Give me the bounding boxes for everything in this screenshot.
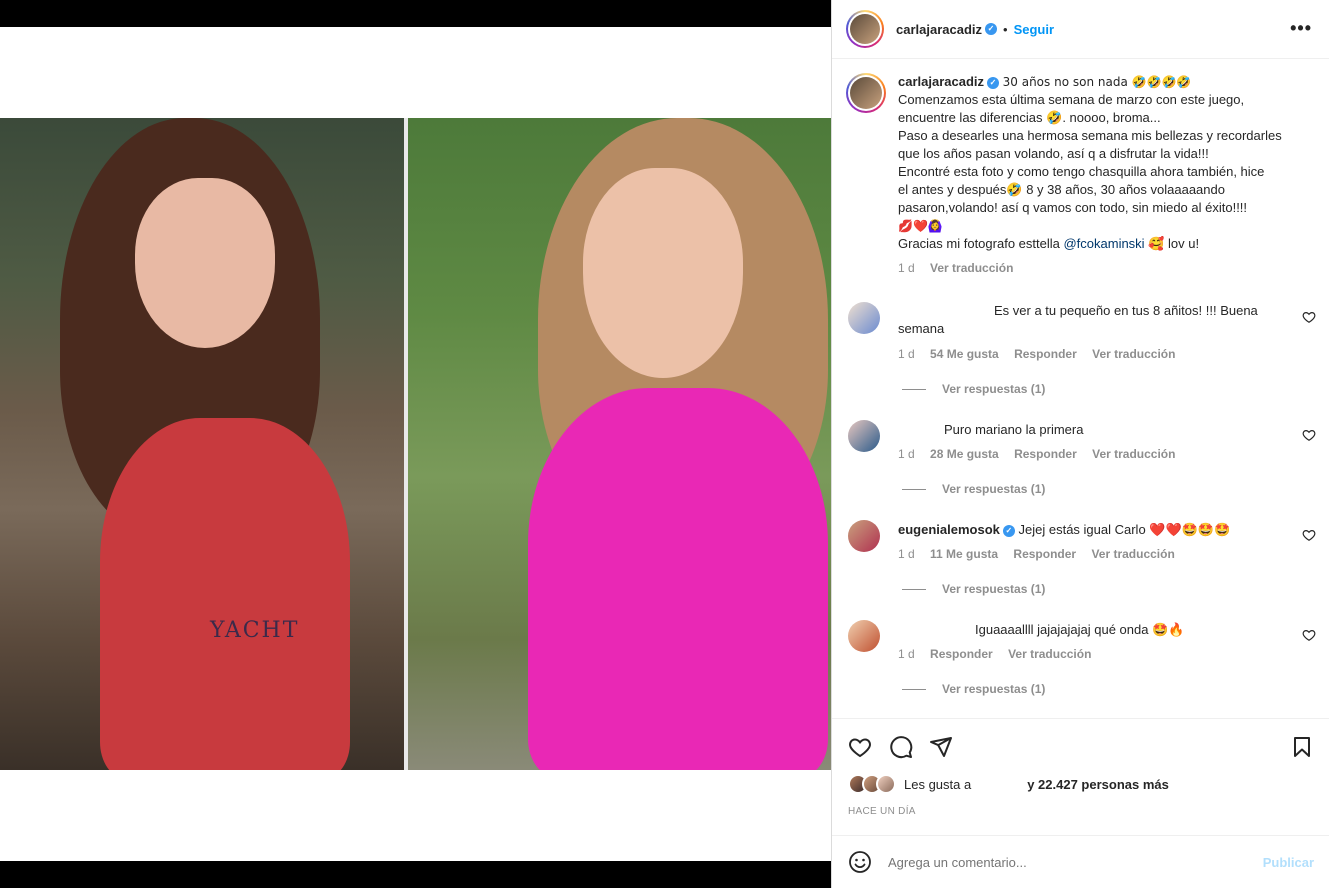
translate-button[interactable]: Ver traducción: [1091, 547, 1174, 561]
comment-text: Jejej estás igual Carlo ❤️❤️🤩🤩🤩: [1018, 522, 1231, 537]
comment-input[interactable]: [888, 854, 1263, 870]
caption-avatar[interactable]: [846, 73, 886, 113]
likes-prefix: Les gusta a: [904, 776, 972, 792]
verified-badge-icon: ✓: [1002, 524, 1015, 537]
emoji-smile-icon[interactable]: [848, 850, 872, 874]
replies-label: Ver respuestas (1): [942, 682, 1046, 696]
caption-line: que los años pasan volando, así q a disf…: [898, 146, 1209, 161]
replies-label: Ver respuestas (1): [942, 382, 1046, 396]
comment-text: Iguaaaallll jajajajajaj qué onda 🤩🔥: [975, 622, 1185, 637]
replies-label: Ver respuestas (1): [942, 482, 1046, 496]
post-actions: [832, 718, 1329, 778]
translate-button[interactable]: Ver traducción: [1092, 447, 1175, 461]
comment-likes[interactable]: 54 Me gusta: [930, 347, 999, 361]
view-replies-button[interactable]: Ver respuestas (1): [902, 682, 1045, 696]
replies-divider: [902, 688, 926, 690]
comment-text: Puro mariano la primera: [944, 422, 1084, 437]
reply-button[interactable]: Responder: [1013, 547, 1076, 561]
view-replies-button[interactable]: Ver respuestas (1): [902, 482, 1045, 496]
mention-link[interactable]: @fcokaminski: [1063, 236, 1144, 251]
caption-line: Encontré esta foto y como tengo chasquil…: [898, 164, 1265, 179]
replies-divider: [902, 588, 926, 590]
comment-text: semana: [898, 321, 945, 336]
post-caption: carlajaracadiz ✓ 30 años no son nada 🤣🤣🤣🤣…: [846, 73, 1316, 277]
liker-avatar: [876, 774, 896, 794]
child-red-top: [100, 418, 350, 770]
caption-username[interactable]: carlajaracadiz: [898, 74, 984, 89]
add-comment-bar: Publicar: [832, 835, 1329, 888]
commenter-avatar[interactable]: [848, 302, 880, 334]
caption-line: Comenzamos esta última semana de marzo c…: [898, 92, 1245, 107]
likes-count[interactable]: y 22.427 personas más: [1027, 777, 1169, 792]
view-replies-button[interactable]: Ver respuestas (1): [902, 382, 1045, 396]
commenter-avatar[interactable]: [848, 620, 880, 652]
more-options-icon[interactable]: •••: [1290, 18, 1312, 39]
caption-line: Paso a desearles una hermosa semana mis …: [898, 128, 1282, 143]
translate-button[interactable]: Ver traducción: [1008, 647, 1091, 661]
view-replies-button[interactable]: Ver respuestas (1): [902, 582, 1045, 596]
commenter-avatar[interactable]: [848, 420, 880, 452]
caption-line: encuentre las diferencias 🤣. noooo, brom…: [898, 110, 1161, 125]
likes-summary[interactable]: Les gusta a y 22.427 personas más: [848, 774, 1169, 794]
author-username[interactable]: carlajaracadiz: [896, 22, 982, 37]
comment-time[interactable]: 1 d: [898, 647, 915, 661]
caption-line: el antes y después🤣 8 y 38 años, 30 años…: [898, 182, 1225, 197]
reply-button[interactable]: Responder: [1014, 347, 1077, 361]
caption-thanks-end: 🥰 lov u!: [1144, 236, 1200, 251]
save-bookmark-icon[interactable]: [1290, 735, 1314, 759]
caption-line: 💋❤️🙆‍♀️: [898, 219, 943, 233]
like-comment-heart-icon[interactable]: [1302, 628, 1316, 642]
caption-time[interactable]: 1 d: [898, 261, 915, 275]
post-comment-button[interactable]: Publicar: [1263, 855, 1314, 870]
reply-button[interactable]: Responder: [930, 647, 993, 661]
like-comment-heart-icon[interactable]: [1302, 310, 1316, 324]
replies-label: Ver respuestas (1): [942, 582, 1046, 596]
avatar: [850, 77, 882, 109]
caption-line: 30 años no son nada 🤣🤣🤣🤣: [1002, 75, 1192, 89]
adult-face: [583, 168, 743, 378]
post-sidebar: carlajaracadiz ✓ • Seguir ••• carlajarac…: [831, 0, 1329, 888]
post-time-ago[interactable]: HACE UN DÍA: [848, 806, 916, 817]
post-image[interactable]: YACHT: [0, 27, 831, 861]
avatar: [850, 14, 880, 44]
photo-adult: [408, 118, 831, 770]
share-send-icon[interactable]: [929, 735, 953, 759]
follow-button[interactable]: Seguir: [1014, 22, 1054, 37]
verified-badge-icon: ✓: [987, 76, 1000, 89]
separator-dot: •: [1003, 21, 1008, 37]
comment-bubble-icon[interactable]: [889, 735, 913, 759]
comment-likes[interactable]: 28 Me gusta: [930, 447, 999, 461]
comment-text: Es ver a tu pequeño en tus 8 añitos! !!!…: [994, 303, 1258, 318]
replies-divider: [902, 488, 926, 490]
author-avatar[interactable]: [846, 10, 884, 48]
verified-badge-icon: ✓: [985, 23, 998, 35]
child-face: [135, 178, 275, 348]
post-header: carlajaracadiz ✓ • Seguir •••: [832, 0, 1329, 59]
post-media-stage: YACHT: [0, 0, 831, 888]
like-heart-icon[interactable]: [848, 735, 872, 759]
comment-time[interactable]: 1 d: [898, 547, 915, 561]
commenter-username[interactable]: eugenialemosok: [898, 522, 1000, 537]
caption-thanks: Gracias mi fotografo esttella: [898, 236, 1064, 251]
photo-child: YACHT: [0, 118, 404, 770]
reply-button[interactable]: Responder: [1014, 447, 1077, 461]
caption-line: pasaron,volando! así q vamos con todo, s…: [898, 200, 1248, 215]
replies-divider: [902, 388, 926, 390]
comment-time[interactable]: 1 d: [898, 347, 915, 361]
like-comment-heart-icon[interactable]: [1302, 428, 1316, 442]
translate-button[interactable]: Ver traducción: [1092, 347, 1175, 361]
like-comment-heart-icon[interactable]: [1302, 528, 1316, 542]
translate-button[interactable]: Ver traducción: [930, 261, 1013, 275]
shirt-print: YACHT: [210, 618, 300, 643]
comment-time[interactable]: 1 d: [898, 447, 915, 461]
commenter-avatar[interactable]: [848, 520, 880, 552]
comment-likes[interactable]: 11 Me gusta: [930, 547, 998, 561]
adult-pink-top: [528, 388, 828, 770]
